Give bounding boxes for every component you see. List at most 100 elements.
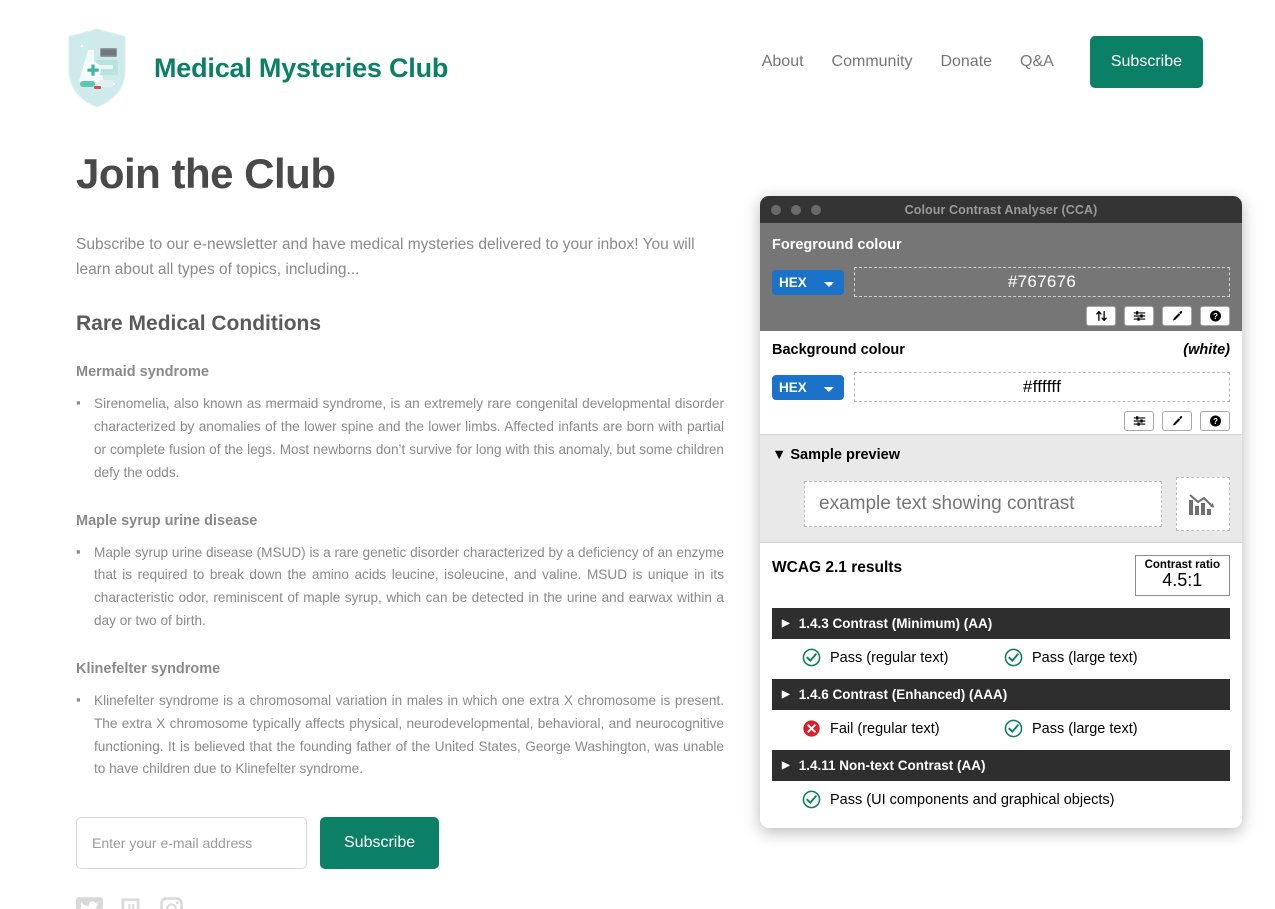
colour-sliders-button[interactable] <box>1124 306 1154 326</box>
sample-preview-section: ▼ Sample preview example text showing co… <box>760 435 1242 543</box>
sample-preview-toggle[interactable]: ▼ Sample preview <box>772 447 1230 463</box>
close-window-button[interactable] <box>771 205 781 215</box>
condition-list-klinefelter: Klinefelter syndrome is a chromosomal va… <box>76 689 726 781</box>
cca-window-title: Colour Contrast Analyser (CCA) <box>904 202 1098 217</box>
chevron-right-icon: ▶ <box>782 688 790 700</box>
main-content: Join the Club Subscribe to our e-newslet… <box>76 150 726 909</box>
condition-list-msud: Maple syrup urine disease (MSUD) is a ra… <box>76 541 726 633</box>
pass-check-icon <box>802 790 821 809</box>
background-section-label: Background colour <box>772 342 905 358</box>
site-header: Medical Mysteries Club About Community D… <box>0 0 1275 124</box>
criterion-1-4-6-results: Fail (regular text) Pass (large text) <box>772 719 1230 738</box>
newsletter-signup-form: Subscribe <box>76 817 726 870</box>
background-button-row: ? <box>772 411 1230 431</box>
result-pass-large-text: Pass (large text) <box>1004 648 1138 667</box>
nav-item-qa[interactable]: Q&A <box>1006 36 1068 88</box>
criterion-label: 1.4.3 Contrast (Minimum) (AA) <box>798 616 993 631</box>
contrast-ratio-box: Contrast ratio 4.5:1 <box>1134 555 1230 596</box>
brand[interactable]: Medical Mysteries Club <box>62 24 448 112</box>
background-colour-sliders-button[interactable] <box>1124 411 1154 431</box>
eyedropper-icon <box>1172 415 1182 426</box>
colour-contrast-analyser-window: Colour Contrast Analyser (CCA) Foregroun… <box>760 196 1242 828</box>
subscribe-submit-button[interactable]: Subscribe <box>320 817 440 870</box>
nav-item-donate[interactable]: Donate <box>926 36 1006 88</box>
twitter-icon[interactable] <box>76 895 103 909</box>
pass-check-icon <box>802 648 821 667</box>
wcag-results-header: WCAG 2.1 results Contrast ratio 4.5:1 <box>772 555 1230 596</box>
background-help-button[interactable]: ? <box>1200 411 1230 431</box>
maximize-window-button[interactable] <box>811 205 821 215</box>
condition-name-klinefelter: Klinefelter syndrome <box>76 660 221 677</box>
criterion-1-4-3-header[interactable]: ▶ 1.4.3 Contrast (Minimum) (AA) <box>772 608 1230 639</box>
help-button[interactable]: ? <box>1200 306 1230 326</box>
email-field[interactable] <box>76 817 307 870</box>
list-item: Sirenomelia, also known as mermaid syndr… <box>76 392 724 484</box>
criterion-1-4-6-header[interactable]: ▶ 1.4.6 Contrast (Enhanced) (AAA) <box>772 679 1230 710</box>
window-controls <box>771 205 821 215</box>
result-label: Fail (regular text) <box>830 720 940 737</box>
sliders-icon <box>1133 416 1145 426</box>
nav-item-community[interactable]: Community <box>818 36 927 88</box>
list-item: Klinefelter syndrome is a chromosomal va… <box>76 689 724 781</box>
foreground-colour-row: HEX #767676 <box>772 267 1230 297</box>
list-item: Maple syrup urine disease (MSUD) is a ra… <box>76 541 724 633</box>
criterion-1-4-3-results: Pass (regular text) Pass (large text) <box>772 648 1230 667</box>
result-pass-regular-text: Pass (regular text) <box>772 648 1004 667</box>
background-format-select[interactable]: HEX <box>772 374 844 400</box>
fail-cross-icon <box>803 720 820 737</box>
foreground-colour-value[interactable]: #767676 <box>854 267 1230 297</box>
sample-preview-image <box>1176 477 1230 531</box>
instagram-icon[interactable] <box>158 895 185 909</box>
pass-check-icon <box>1004 719 1023 738</box>
medical-shield-logo-icon <box>65 25 129 111</box>
brand-title: Medical Mysteries Club <box>154 52 449 83</box>
section-heading: Rare Medical Conditions <box>76 312 322 336</box>
criterion-1-4-11-results: Pass (UI components and graphical object… <box>772 790 1230 809</box>
wcag-results-section: WCAG 2.1 results Contrast ratio 4.5:1 ▶ … <box>760 543 1242 819</box>
svg-text:?: ? <box>1213 312 1218 321</box>
result-label: Pass (regular text) <box>830 649 949 666</box>
help-icon: ? <box>1209 415 1221 427</box>
foreground-button-row: ? <box>772 306 1230 326</box>
page-title: Join the Club <box>76 150 336 197</box>
swap-colours-button[interactable] <box>1086 306 1116 326</box>
intro-paragraph: Subscribe to our e-newsletter and have m… <box>76 236 695 279</box>
result-label: Pass (large text) <box>1032 720 1138 737</box>
contrast-ratio-value: 4.5:1 <box>1162 570 1203 590</box>
result-pass-ui-components: Pass (UI components and graphical object… <box>772 790 1115 809</box>
background-colour-picker-button[interactable] <box>1162 411 1192 431</box>
foreground-format-select[interactable]: HEX <box>772 269 844 295</box>
background-colour-row: HEX #ffffff <box>772 372 1230 402</box>
sample-preview-text: example text showing contrast <box>804 481 1162 527</box>
result-label: Pass (UI components and graphical object… <box>830 791 1115 808</box>
bar-chart-decline-icon <box>1189 494 1214 515</box>
criterion-label: 1.4.6 Contrast (Enhanced) (AAA) <box>798 687 1008 702</box>
main-navigation: About Community Donate Q&A Subscribe <box>748 36 1203 88</box>
condition-name-mermaid: Mermaid syndrome <box>76 364 209 381</box>
wcag-results-title: WCAG 2.1 results <box>772 559 903 576</box>
result-pass-large-text: Pass (large text) <box>1004 719 1138 738</box>
foreground-section-label: Foreground colour <box>772 237 902 253</box>
minimize-window-button[interactable] <box>791 205 801 215</box>
criterion-label: 1.4.11 Non-text Contrast (AA) <box>798 758 986 773</box>
cca-titlebar[interactable]: Colour Contrast Analyser (CCA) <box>760 196 1242 223</box>
criterion-1-4-11-header[interactable]: ▶ 1.4.11 Non-text Contrast (AA) <box>772 750 1230 781</box>
svg-text:?: ? <box>1213 417 1218 426</box>
colour-picker-button[interactable] <box>1162 306 1192 326</box>
chevron-down-icon: ▼ <box>772 447 787 463</box>
social-links <box>76 895 726 909</box>
nav-item-about[interactable]: About <box>748 36 818 88</box>
nav-subscribe-button[interactable]: Subscribe <box>1089 36 1203 88</box>
twitch-icon[interactable] <box>117 895 144 909</box>
pass-check-icon <box>1004 648 1023 667</box>
background-colour-section: Background colour (white) HEX #ffffff ? <box>760 331 1242 435</box>
background-colour-value[interactable]: #ffffff <box>854 372 1230 402</box>
background-colour-name: (white) <box>1183 342 1230 358</box>
result-fail-regular-text: Fail (regular text) <box>772 719 1004 738</box>
eyedropper-icon <box>1172 310 1182 321</box>
condition-list-mermaid: Sirenomelia, also known as mermaid syndr… <box>76 392 726 484</box>
chevron-right-icon: ▶ <box>782 617 790 629</box>
sample-preview-label: Sample preview <box>790 447 900 463</box>
foreground-colour-section: Foreground colour HEX #767676 ? <box>760 223 1242 331</box>
sample-preview-row: example text showing contrast <box>772 477 1230 531</box>
